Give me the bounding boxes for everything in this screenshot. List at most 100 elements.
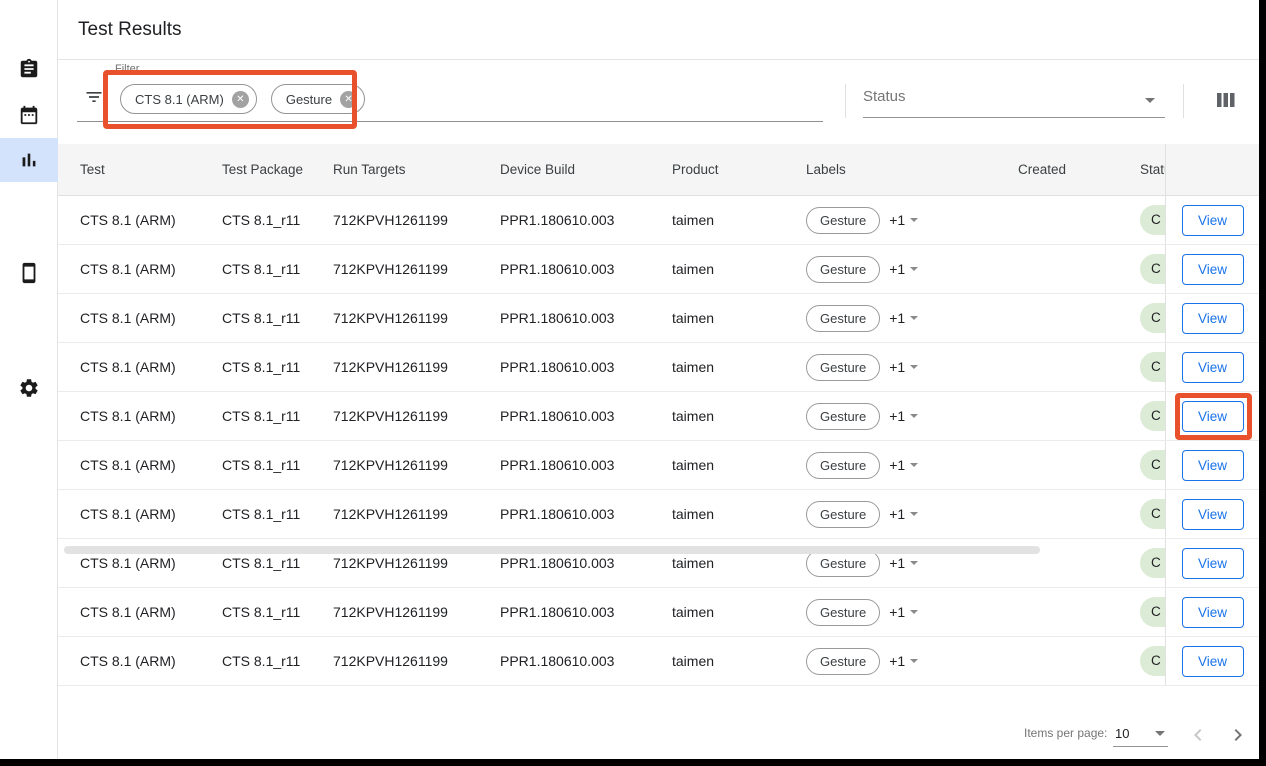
column-settings-button[interactable] — [1216, 91, 1238, 111]
cell-device-build: PPR1.180610.003 — [500, 506, 672, 522]
cell-status: C — [1140, 597, 1165, 627]
status-badge: C — [1140, 646, 1165, 676]
chevron-down-icon — [910, 316, 918, 320]
cell-labels: Gesture +1 — [806, 599, 1018, 626]
view-button[interactable]: View — [1182, 499, 1244, 530]
label-chip: Gesture — [806, 305, 880, 332]
sidebar-item-devices[interactable] — [0, 251, 58, 295]
view-button[interactable]: View — [1182, 303, 1244, 334]
table-row: CTS 8.1 (ARM) CTS 8.1_r11 712KPVH1261199… — [58, 294, 1259, 343]
app-window: Test Results Filter CTS 8.1 (ARM) ✕ Gest… — [0, 0, 1266, 766]
chevron-right-icon — [1226, 723, 1250, 747]
label-chip: Gesture — [806, 403, 880, 430]
cell-status: C — [1140, 303, 1165, 333]
cell-actions: View — [1165, 294, 1259, 342]
view-button[interactable]: View — [1182, 254, 1244, 285]
view-button[interactable]: View — [1182, 548, 1244, 579]
status-badge: C — [1140, 254, 1165, 284]
status-badge: C — [1140, 597, 1165, 627]
sidebar-item-test-results[interactable] — [0, 138, 58, 182]
window-edge-right — [1259, 0, 1266, 766]
table-row: CTS 8.1 (ARM) CTS 8.1_r11 712KPVH1261199… — [58, 490, 1259, 539]
view-button[interactable]: View — [1182, 597, 1244, 628]
cell-test-package: CTS 8.1_r11 — [222, 604, 333, 620]
cell-actions: View — [1165, 392, 1259, 440]
view-button[interactable]: View — [1182, 401, 1244, 432]
cell-labels: Gesture +1 — [806, 452, 1018, 479]
column-header-actions — [1165, 144, 1259, 195]
filter-chip-label: Gesture — [286, 92, 332, 107]
cell-test: CTS 8.1 (ARM) — [58, 310, 222, 326]
table-body: CTS 8.1 (ARM) CTS 8.1_r11 712KPVH1261199… — [58, 196, 1259, 686]
labels-more-dropdown[interactable]: +1 — [889, 408, 918, 424]
horizontal-scrollbar[interactable] — [64, 546, 1040, 554]
cell-run-targets: 712KPVH1261199 — [333, 604, 500, 620]
cell-actions: View — [1165, 343, 1259, 391]
status-badge: C — [1140, 548, 1165, 578]
cell-product: taimen — [672, 506, 806, 522]
cell-product: taimen — [672, 310, 806, 326]
labels-more-dropdown[interactable]: +1 — [889, 604, 918, 620]
labels-more-dropdown[interactable]: +1 — [889, 457, 918, 473]
filter-toolbar: Filter CTS 8.1 (ARM) ✕ Gesture ✕ Status — [58, 60, 1259, 144]
cell-device-build: PPR1.180610.003 — [500, 604, 672, 620]
view-button[interactable]: View — [1182, 205, 1244, 236]
cell-product: taimen — [672, 408, 806, 424]
cell-actions: View — [1165, 245, 1259, 293]
cell-status: C — [1140, 401, 1165, 431]
chevron-down-icon — [910, 561, 918, 565]
filter-input[interactable]: CTS 8.1 (ARM) ✕ Gesture ✕ — [120, 84, 365, 114]
cell-status: C — [1140, 205, 1165, 235]
previous-page-button[interactable] — [1186, 723, 1210, 747]
close-icon[interactable]: ✕ — [340, 91, 357, 108]
cell-test-package: CTS 8.1_r11 — [222, 212, 333, 228]
table-row: CTS 8.1 (ARM) CTS 8.1_r11 712KPVH1261199… — [58, 637, 1259, 686]
sidebar-item-tests[interactable] — [0, 47, 58, 91]
status-badge: C — [1140, 205, 1165, 235]
labels-more-count: +1 — [889, 310, 905, 326]
view-button[interactable]: View — [1182, 646, 1244, 677]
cell-status: C — [1140, 646, 1165, 676]
cell-actions: View — [1165, 196, 1259, 244]
cell-product: taimen — [672, 359, 806, 375]
cell-device-build: PPR1.180610.003 — [500, 457, 672, 473]
column-header-product: Product — [672, 162, 806, 177]
table-row: CTS 8.1 (ARM) CTS 8.1_r11 712KPVH1261199… — [58, 343, 1259, 392]
cell-test: CTS 8.1 (ARM) — [58, 506, 222, 522]
sidebar-item-settings[interactable] — [0, 366, 58, 410]
status-filter-select[interactable]: Status — [863, 88, 1165, 118]
view-button[interactable]: View — [1182, 352, 1244, 383]
labels-more-dropdown[interactable]: +1 — [889, 261, 918, 277]
status-badge: C — [1140, 499, 1165, 529]
status-badge: C — [1140, 450, 1165, 480]
labels-more-dropdown[interactable]: +1 — [889, 653, 918, 669]
cell-status: C — [1140, 352, 1165, 382]
cell-test: CTS 8.1 (ARM) — [58, 604, 222, 620]
labels-more-dropdown[interactable]: +1 — [889, 506, 918, 522]
calendar-icon — [18, 104, 40, 126]
cell-labels: Gesture +1 — [806, 501, 1018, 528]
cell-actions: View — [1165, 490, 1259, 538]
table-row: CTS 8.1 (ARM) CTS 8.1_r11 712KPVH1261199… — [58, 245, 1259, 294]
labels-more-dropdown[interactable]: +1 — [889, 555, 918, 571]
cell-product: taimen — [672, 457, 806, 473]
labels-more-dropdown[interactable]: +1 — [889, 212, 918, 228]
sidebar-item-plans[interactable] — [0, 93, 58, 137]
cell-test-package: CTS 8.1_r11 — [222, 359, 333, 375]
view-button[interactable]: View — [1182, 450, 1244, 481]
labels-more-count: +1 — [889, 506, 905, 522]
status-badge: C — [1140, 401, 1165, 431]
labels-more-dropdown[interactable]: +1 — [889, 359, 918, 375]
labels-more-dropdown[interactable]: +1 — [889, 310, 918, 326]
close-icon[interactable]: ✕ — [232, 91, 249, 108]
column-header-test-package: Test Package — [222, 162, 333, 177]
chevron-down-icon — [910, 218, 918, 222]
columns-icon — [1216, 91, 1236, 109]
page-size-select[interactable]: 10 — [1113, 720, 1168, 747]
title-bar: Test Results — [58, 0, 1259, 60]
status-select-underline — [863, 117, 1165, 118]
cell-device-build: PPR1.180610.003 — [500, 359, 672, 375]
filter-chip: CTS 8.1 (ARM) ✕ — [120, 84, 257, 114]
next-page-button[interactable] — [1226, 723, 1250, 747]
column-header-test: Test — [58, 162, 222, 177]
